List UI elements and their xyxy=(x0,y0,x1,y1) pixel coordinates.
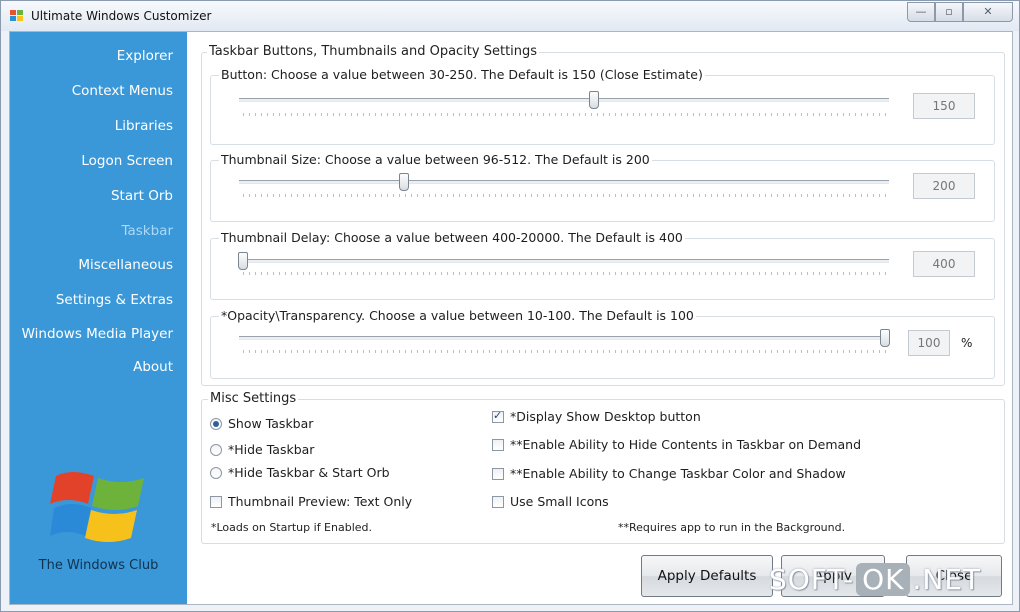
radio-hide-taskbar-start-orb[interactable]: *Hide Taskbar & Start Orb xyxy=(210,465,390,480)
sidebar-item-about[interactable]: About xyxy=(133,359,173,375)
thumbnail-delay-ticks xyxy=(243,272,889,275)
opacity-ticks xyxy=(243,350,889,353)
opacity-label: *Opacity\Transparency. Choose a value be… xyxy=(219,308,696,323)
sidebar-item-settings-extras[interactable]: Settings & Extras xyxy=(56,292,173,308)
check-small-icons[interactable]: Use Small Icons xyxy=(492,494,609,509)
check-hide-contents-label: **Enable Ability to Hide Contents in Tas… xyxy=(510,437,862,452)
watermark-post: .NET xyxy=(912,563,982,596)
close-icon: ✕ xyxy=(983,5,993,18)
title-bar[interactable]: Ultimate Windows Customizer — ▫ ✕ xyxy=(1,1,1019,31)
checkbox-unchecked-icon xyxy=(492,468,504,480)
sidebar-footer: The Windows Club xyxy=(38,558,159,573)
opacity-value[interactable]: 100 xyxy=(908,330,950,356)
button-width-slider-box: Button: Choose a value between 30-250. T… xyxy=(210,67,995,145)
radio-hide-taskbar-label: *Hide Taskbar xyxy=(228,442,315,457)
sidebar: Explorer Context Menus Libraries Logon S… xyxy=(10,32,187,604)
radio-show-taskbar-label: Show Taskbar xyxy=(228,416,314,431)
radio-unchecked-icon xyxy=(210,467,222,479)
radio-checked-icon xyxy=(210,418,222,430)
radio-unchecked-icon xyxy=(210,444,222,456)
checkbox-checked-icon xyxy=(492,409,504,423)
minimize-button[interactable]: — xyxy=(907,2,935,22)
button-width-thumb[interactable] xyxy=(589,91,599,109)
client-area: Explorer Context Menus Libraries Logon S… xyxy=(9,31,1013,605)
maximize-button[interactable]: ▫ xyxy=(935,2,963,22)
radio-show-taskbar[interactable]: Show Taskbar xyxy=(210,416,313,431)
thumbnail-size-value[interactable]: 200 xyxy=(913,173,975,199)
thumbnail-size-label: Thumbnail Size: Choose a value between 9… xyxy=(219,152,652,167)
check-taskbar-color-label: **Enable Ability to Change Taskbar Color… xyxy=(510,466,846,481)
note-startup: *Loads on Startup if Enabled. xyxy=(211,521,373,534)
check-small-icons-label: Use Small Icons xyxy=(510,494,609,509)
check-thumbnail-preview[interactable]: Thumbnail Preview: Text Only xyxy=(210,494,412,509)
windows-logo-icon xyxy=(50,472,144,542)
checkbox-unchecked-icon xyxy=(492,496,504,508)
thumbnail-delay-slider-box: Thumbnail Delay: Choose a value between … xyxy=(210,230,995,300)
opacity-slider-box: *Opacity\Transparency. Choose a value be… xyxy=(210,308,995,379)
thumbnail-size-thumb[interactable] xyxy=(399,173,409,191)
minimize-icon: — xyxy=(915,5,927,18)
thumbnail-size-slider-box: Thumbnail Size: Choose a value between 9… xyxy=(210,152,995,222)
apply-defaults-button[interactable]: Apply Defaults xyxy=(641,555,773,597)
sidebar-item-context-menus[interactable]: Context Menus xyxy=(72,83,173,99)
sidebar-item-windows-media-player[interactable]: Windows Media Player xyxy=(22,326,173,342)
thumbnail-delay-value[interactable]: 400 xyxy=(913,251,975,277)
button-width-ticks xyxy=(243,113,889,116)
windows-flag-icon xyxy=(10,10,24,22)
sidebar-item-logon-screen[interactable]: Logon Screen xyxy=(81,153,173,169)
thumbnail-delay-label: Thumbnail Delay: Choose a value between … xyxy=(219,230,685,245)
opacity-unit: % xyxy=(961,336,973,350)
button-width-track[interactable] xyxy=(239,98,889,102)
check-show-desktop-button[interactable]: *Display Show Desktop button xyxy=(492,409,701,424)
opacity-track[interactable] xyxy=(239,336,889,340)
sidebar-item-miscellaneous[interactable]: Miscellaneous xyxy=(78,257,173,273)
misc-settings-title: Misc Settings xyxy=(208,391,299,406)
checkbox-unchecked-icon xyxy=(210,496,222,508)
sidebar-item-libraries[interactable]: Libraries xyxy=(115,118,173,134)
sidebar-item-explorer[interactable]: Explorer xyxy=(117,48,173,64)
window-title: Ultimate Windows Customizer xyxy=(31,9,212,23)
watermark-pre: SOFT- xyxy=(769,563,855,596)
app-window: Ultimate Windows Customizer — ▫ ✕ Explor… xyxy=(0,0,1020,612)
check-hide-contents[interactable]: **Enable Ability to Hide Contents in Tas… xyxy=(492,437,861,452)
thumbnail-size-track[interactable] xyxy=(239,180,889,184)
note-background: **Requires app to run in the Background. xyxy=(618,521,846,534)
taskbar-settings-title: Taskbar Buttons, Thumbnails and Opacity … xyxy=(207,44,540,59)
watermark-ok: OK xyxy=(856,563,911,596)
thumbnail-size-ticks xyxy=(243,194,889,197)
sidebar-item-start-orb[interactable]: Start Orb xyxy=(111,188,173,204)
button-width-label: Button: Choose a value between 30-250. T… xyxy=(219,67,705,82)
check-thumbnail-preview-label: Thumbnail Preview: Text Only xyxy=(228,494,413,509)
thumbnail-delay-track[interactable] xyxy=(239,259,889,263)
radio-hide-taskbar[interactable]: *Hide Taskbar xyxy=(210,442,314,457)
thumbnail-delay-thumb[interactable] xyxy=(238,252,248,270)
watermark: SOFT- OK .NET xyxy=(769,563,1015,609)
maximize-icon: ▫ xyxy=(945,5,953,18)
check-taskbar-color[interactable]: **Enable Ability to Change Taskbar Color… xyxy=(492,466,846,481)
opacity-thumb[interactable] xyxy=(880,329,890,347)
sidebar-item-taskbar[interactable]: Taskbar xyxy=(121,223,173,239)
radio-hide-taskbar-start-orb-label: *Hide Taskbar & Start Orb xyxy=(228,465,390,480)
checkbox-unchecked-icon xyxy=(492,439,504,451)
check-show-desktop-label: *Display Show Desktop button xyxy=(510,409,701,424)
close-window-button[interactable]: ✕ xyxy=(963,2,1013,22)
button-width-value[interactable]: 150 xyxy=(913,93,975,119)
